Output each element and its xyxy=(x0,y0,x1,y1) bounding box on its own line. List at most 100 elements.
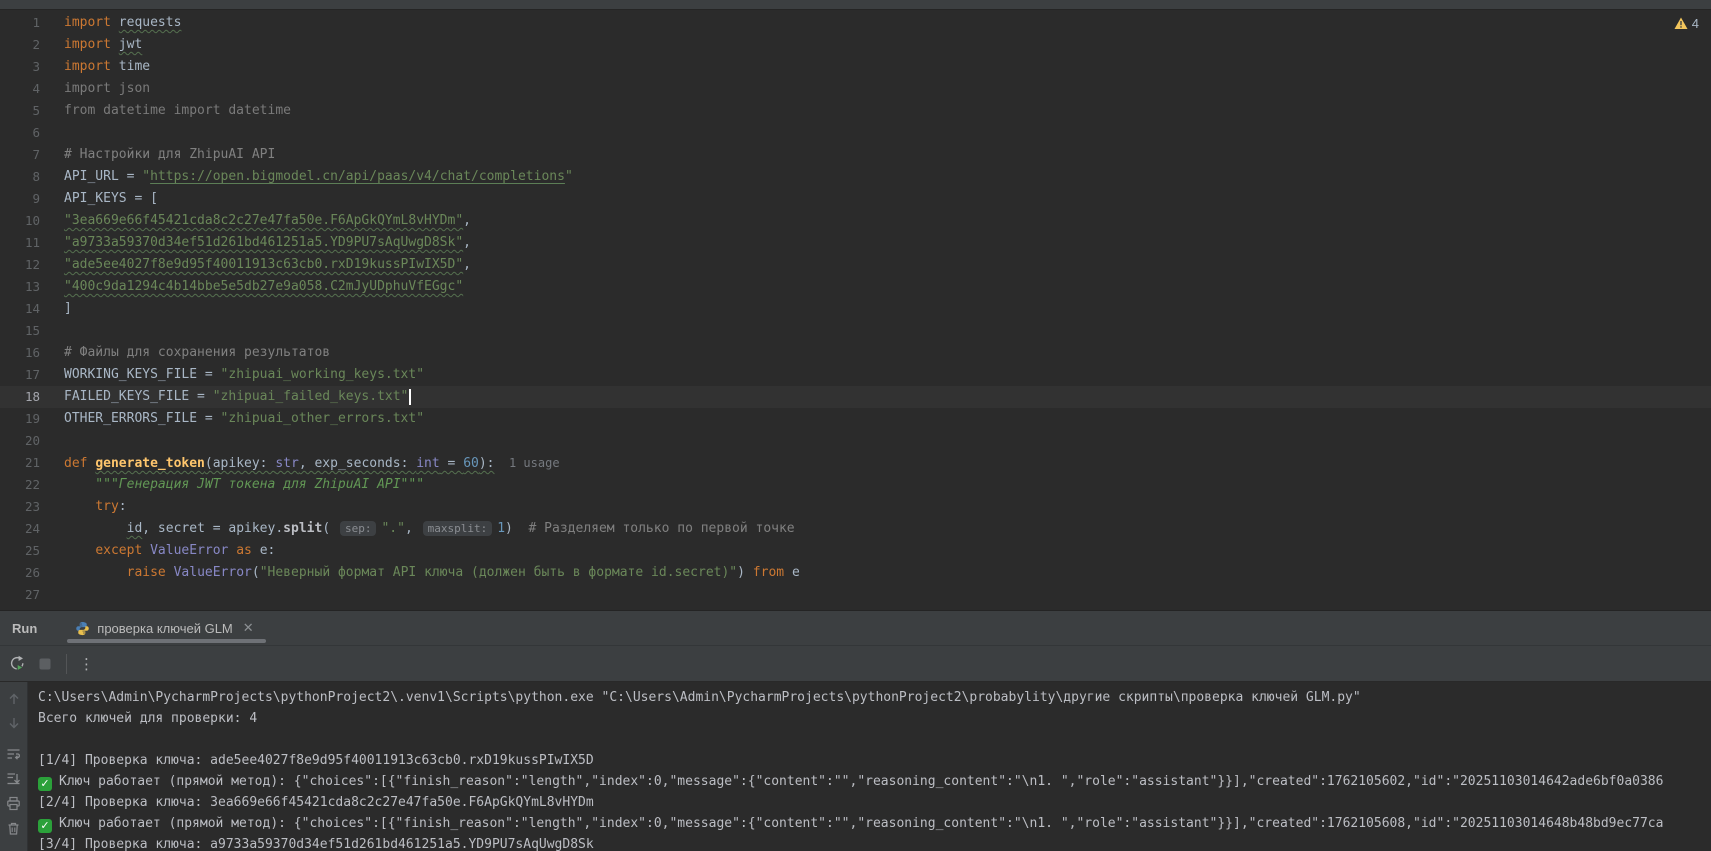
run-panel-title: Run xyxy=(12,621,37,636)
code-line[interactable]: 1import requests xyxy=(0,12,1711,34)
line-number: 8 xyxy=(0,166,40,188)
line-number: 22 xyxy=(0,474,40,496)
window-top-strip xyxy=(0,0,1711,10)
code-line[interactable]: 25 except ValueError as e: xyxy=(0,540,1711,562)
console-line: [2/4] Проверка ключа: 3ea669e66f45421cda… xyxy=(38,792,1711,813)
code-line[interactable]: 21 def generate_token(apikey: str, exp_se… xyxy=(0,452,1711,474)
code-text: FAILED_KEYS_FILE = "zhipuai_failed_keys.… xyxy=(64,386,1711,408)
text-caret xyxy=(409,389,411,405)
success-check-icon: ✓ xyxy=(38,819,52,833)
line-number: 16 xyxy=(0,342,40,364)
run-tool-window-header: Run проверка ключей GLM ✕ xyxy=(0,610,1711,645)
code-text: "a9733a59370d34ef51d261bd461251a5.YD9PU7… xyxy=(64,232,1711,254)
code-text: WORKING_KEYS_FILE = "zhipuai_working_key… xyxy=(64,364,1711,386)
line-number: 21 xyxy=(0,452,40,474)
code-line[interactable]: 5from datetime import datetime xyxy=(0,100,1711,122)
code-text: import json xyxy=(64,78,1711,100)
code-line[interactable]: 11 "a9733a59370d34ef51d261bd461251a5.YD9P… xyxy=(0,232,1711,254)
close-tab-icon[interactable]: ✕ xyxy=(243,620,254,636)
line-number: 14 xyxy=(0,298,40,320)
code-line[interactable]: 27 xyxy=(0,584,1711,606)
warning-count: 4 xyxy=(1692,16,1699,31)
code-text: except ValueError as e: xyxy=(64,540,1711,562)
code-line[interactable]: 6 xyxy=(0,122,1711,144)
code-line[interactable]: 12"ade5ee4027f8e9d95f40011913c63cb0.rxD1… xyxy=(0,254,1711,276)
warning-icon xyxy=(1674,17,1688,30)
line-number: 4 xyxy=(0,78,40,100)
line-number: 19 xyxy=(0,408,40,430)
line-number: 2 xyxy=(0,34,40,56)
down-arrow-icon[interactable] xyxy=(7,716,21,730)
code-text xyxy=(64,430,1711,452)
code-line[interactable]: 2 import jwt xyxy=(0,34,1711,56)
code-text: "3ea669e66f45421cda8c2c27e47fa50e.F6ApGk… xyxy=(64,210,1711,232)
more-options-icon[interactable]: ⋮ xyxy=(79,655,94,673)
code-text: def generate_token(apikey: str, exp_seco… xyxy=(64,452,1711,474)
code-line[interactable]: 7# Настройки для ZhipuAI API xyxy=(0,144,1711,166)
code-text: OTHER_ERRORS_FILE = "zhipuai_other_error… xyxy=(64,408,1711,430)
line-number: 26 xyxy=(0,562,40,584)
code-area[interactable]: 1import requests2import jwt3import time4… xyxy=(0,10,1711,606)
code-text xyxy=(64,320,1711,342)
code-text: # Файлы для сохранения результатов xyxy=(64,342,1711,364)
inspections-widget[interactable]: 4 xyxy=(1670,14,1703,33)
code-editor[interactable]: 1import requests2import jwt3import time4… xyxy=(0,10,1711,610)
stop-button[interactable] xyxy=(38,657,52,671)
line-number: 13 xyxy=(0,276,40,298)
console-left-toolbar xyxy=(0,682,28,851)
code-line[interactable]: 26 raise ValueError("Неверный формат API… xyxy=(0,562,1711,584)
up-arrow-icon[interactable] xyxy=(7,692,21,706)
code-line[interactable]: 20 xyxy=(0,430,1711,452)
scroll-to-end-icon[interactable] xyxy=(6,771,21,786)
trash-icon[interactable] xyxy=(6,821,21,836)
code-line[interactable]: 3 import time xyxy=(0,56,1711,78)
code-line[interactable]: 22 """Генерация JWT токена для ZhipuAI A… xyxy=(0,474,1711,496)
code-line[interactable]: 17WORKING_KEYS_FILE = "zhipuai_working_k… xyxy=(0,364,1711,386)
code-text xyxy=(64,122,1711,144)
rerun-button[interactable] xyxy=(9,655,26,672)
line-number: 3 xyxy=(0,56,40,78)
run-tab[interactable]: проверка ключей GLM ✕ xyxy=(65,611,267,645)
code-line[interactable]: 14] xyxy=(0,298,1711,320)
code-line[interactable]: 9 API_KEYS = [ xyxy=(0,188,1711,210)
code-line[interactable]: 24 id, secret = apikey.split( sep:".", m… xyxy=(0,518,1711,540)
line-number: 10 xyxy=(0,210,40,232)
console-line: ✓Ключ работает (прямой метод): {"choices… xyxy=(38,813,1711,834)
code-line[interactable]: 10 "3ea669e66f45421cda8c2c27e47fa50e.F6Ap… xyxy=(0,210,1711,232)
code-text: API_KEYS = [ xyxy=(64,188,1711,210)
code-text xyxy=(64,584,1711,606)
code-text: import jwt xyxy=(64,34,1711,56)
line-number: 18 xyxy=(0,386,40,408)
code-line[interactable]: 23 try: xyxy=(0,496,1711,518)
console-container: C:\Users\Admin\PycharmProjects\pythonPro… xyxy=(0,681,1711,851)
console-line: [1/4] Проверка ключа: ade5ee4027f8e9d95f… xyxy=(38,750,1711,771)
toolbar-separator xyxy=(66,654,67,674)
run-toolbar: ⋮ xyxy=(0,645,1711,681)
code-text: id, secret = apikey.split( sep:".", maxs… xyxy=(64,518,1711,540)
code-line[interactable]: 15 xyxy=(0,320,1711,342)
code-line[interactable]: 18 FAILED_KEYS_FILE = "zhipuai_failed_key… xyxy=(0,386,1711,408)
code-line[interactable]: 19 OTHER_ERRORS_FILE = "zhipuai_other_err… xyxy=(0,408,1711,430)
code-line[interactable]: 13"400c9da1294c4b14bbe5e5db27e9a058.C2mJ… xyxy=(0,276,1711,298)
code-text: raise ValueError("Неверный формат API кл… xyxy=(64,562,1711,584)
code-line[interactable]: 4 import json xyxy=(0,78,1711,100)
print-icon[interactable] xyxy=(6,796,21,811)
console-output[interactable]: C:\Users\Admin\PycharmProjects\pythonPro… xyxy=(28,682,1711,851)
code-line[interactable]: 16 # Файлы для сохранения результатов xyxy=(0,342,1711,364)
code-text: import time xyxy=(64,56,1711,78)
line-number: 9 xyxy=(0,188,40,210)
console-line: C:\Users\Admin\PycharmProjects\pythonPro… xyxy=(38,687,1711,708)
code-text: ] xyxy=(64,298,1711,320)
soft-wrap-icon[interactable] xyxy=(6,746,21,761)
code-text: """Генерация JWT токена для ZhipuAI API"… xyxy=(64,474,1711,496)
success-check-icon: ✓ xyxy=(38,777,52,791)
console-line: ✓Ключ работает (прямой метод): {"choices… xyxy=(38,771,1711,792)
code-line[interactable]: 8 API_URL = "https://open.bigmodel.cn/api… xyxy=(0,166,1711,188)
line-number: 11 xyxy=(0,232,40,254)
code-text: try: xyxy=(64,496,1711,518)
console-line xyxy=(38,729,1711,750)
code-text: from datetime import datetime xyxy=(64,100,1711,122)
line-number: 27 xyxy=(0,584,40,606)
code-text: API_URL = "https://open.bigmodel.cn/api/… xyxy=(64,166,1711,188)
line-number: 12 xyxy=(0,254,40,276)
